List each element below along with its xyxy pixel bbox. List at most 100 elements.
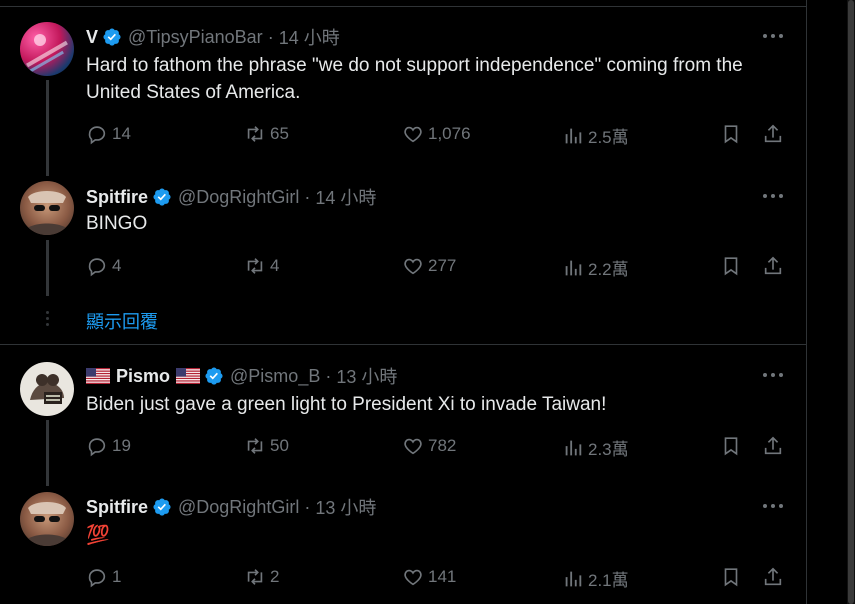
retweet-button[interactable]: 4 [244, 255, 279, 277]
separator-dot: · [304, 496, 311, 517]
timeline: V @TipsyPianoBar · 14 小時 Hard to fathom … [0, 0, 807, 604]
user-handle[interactable]: @DogRightGirl [178, 497, 299, 518]
scrollbar-thumb[interactable] [848, 0, 854, 604]
avatar[interactable] [20, 22, 74, 76]
retweet-count: 2 [270, 567, 280, 586]
show-replies-link[interactable]: 顯示回覆 [86, 308, 158, 334]
reply-icon [88, 569, 106, 588]
views-count: 2.5萬 [588, 128, 629, 147]
retweet-button[interactable]: 65 [244, 123, 289, 145]
views-button[interactable]: 2.5萬 [562, 123, 629, 148]
tweet[interactable]: Pismo @Pismo_B · 13 小時 Biden just gave a… [0, 345, 806, 480]
reply-button[interactable]: 14 [86, 123, 131, 145]
tweet-text: Biden just gave a green light to Preside… [86, 394, 607, 415]
tweet-text: Hard to fathom the phrase "we do not sup… [86, 55, 743, 103]
like-button[interactable]: 1,076 [402, 123, 471, 145]
more-options-icon[interactable] [760, 26, 786, 46]
like-button[interactable]: 141 [402, 566, 456, 588]
tweet-header: Spitfire @DogRightGirl · 13 小時 [86, 494, 376, 520]
retweet-count: 50 [270, 436, 289, 455]
user-handle[interactable]: @TipsyPianoBar [128, 27, 263, 48]
bookmark-button[interactable] [720, 566, 746, 588]
user-handle[interactable]: @Pismo_B [230, 366, 320, 387]
views-chart-icon [565, 260, 582, 275]
reply-count: 19 [112, 436, 131, 455]
retweet-icon [247, 438, 263, 454]
tweet[interactable]: V @TipsyPianoBar · 14 小時 Hard to fathom … [0, 0, 806, 170]
share-button[interactable] [762, 435, 788, 457]
tweet-actions: 4 4 277 2.2萬 [86, 255, 786, 281]
like-count: 277 [428, 256, 457, 275]
heart-icon [404, 126, 422, 143]
tweet-actions: 19 50 782 2.3萬 [86, 435, 786, 461]
views-count: 2.2萬 [588, 260, 629, 279]
tweet-actions: 14 65 1,076 2.5萬 [86, 123, 786, 149]
views-chart-icon [565, 440, 582, 455]
views-chart-icon [565, 128, 582, 143]
tweet[interactable]: Spitfire @DogRightGirl · 13 小時 💯 1 2 141 [0, 480, 806, 604]
reply-icon [88, 438, 106, 457]
share-icon [764, 436, 782, 455]
views-chart-icon [565, 571, 582, 586]
retweet-icon [247, 258, 263, 274]
show-replies-row[interactable]: 顯示回覆 [0, 302, 806, 336]
more-options-icon[interactable] [760, 186, 786, 206]
bookmark-button[interactable] [720, 255, 746, 277]
avatar[interactable] [20, 181, 74, 235]
more-options-icon[interactable] [760, 365, 786, 385]
tweet-actions: 1 2 141 2.1萬 [86, 566, 786, 592]
display-name[interactable]: Pismo [116, 366, 170, 387]
bookmark-icon [724, 437, 738, 456]
user-handle[interactable]: @DogRightGirl [178, 187, 299, 208]
share-icon [764, 567, 782, 586]
tweet-header: V @TipsyPianoBar · 14 小時 [86, 24, 340, 50]
bookmark-icon [724, 257, 738, 276]
share-button[interactable] [762, 566, 788, 588]
like-button[interactable]: 277 [402, 255, 456, 277]
verified-badge-icon [103, 28, 121, 46]
avatar[interactable] [20, 492, 74, 546]
tweet[interactable]: Spitfire @DogRightGirl · 14 小時 BINGO 4 4… [0, 170, 806, 302]
views-button[interactable]: 2.3萬 [562, 435, 629, 460]
share-button[interactable] [762, 123, 788, 145]
reply-count: 4 [112, 256, 122, 275]
bookmark-button[interactable] [720, 123, 746, 145]
timestamp[interactable]: 13 小時 [336, 363, 397, 389]
like-button[interactable]: 782 [402, 435, 456, 457]
more-options-icon[interactable] [760, 496, 786, 516]
reply-icon [88, 126, 106, 145]
separator-dot: · [304, 186, 311, 207]
tweet-header: Spitfire @DogRightGirl · 14 小時 [86, 184, 376, 210]
display-name[interactable]: Spitfire [86, 497, 148, 518]
like-count: 1,076 [428, 124, 471, 143]
reply-button[interactable]: 4 [86, 255, 121, 277]
display-name[interactable]: V [86, 27, 98, 48]
us-flag-icon [86, 368, 110, 384]
bookmark-icon [724, 568, 738, 587]
reply-button[interactable]: 1 [86, 566, 121, 588]
display-name[interactable]: Spitfire [86, 187, 148, 208]
timestamp[interactable]: 14 小時 [279, 24, 340, 50]
tweet-header: Pismo @Pismo_B · 13 小時 [86, 363, 397, 389]
retweet-button[interactable]: 2 [244, 566, 279, 588]
verified-badge-icon [205, 367, 223, 385]
avatar[interactable] [20, 362, 74, 416]
scrollbar-track[interactable] [847, 0, 855, 604]
tweet-text: 💯 [86, 525, 110, 546]
share-icon [764, 124, 782, 143]
retweet-icon [247, 126, 263, 142]
retweet-icon [247, 569, 263, 585]
views-button[interactable]: 2.2萬 [562, 255, 629, 280]
reply-button[interactable]: 19 [86, 435, 131, 457]
reply-count: 14 [112, 124, 131, 143]
retweet-button[interactable]: 50 [244, 435, 289, 457]
bookmark-icon [724, 125, 738, 144]
reply-count: 1 [112, 567, 122, 586]
views-button[interactable]: 2.1萬 [562, 566, 629, 591]
bookmark-button[interactable] [720, 435, 746, 457]
timestamp[interactable]: 13 小時 [315, 494, 376, 520]
share-icon [764, 256, 782, 275]
heart-icon [404, 258, 422, 275]
timestamp[interactable]: 14 小時 [315, 184, 376, 210]
share-button[interactable] [762, 255, 788, 277]
